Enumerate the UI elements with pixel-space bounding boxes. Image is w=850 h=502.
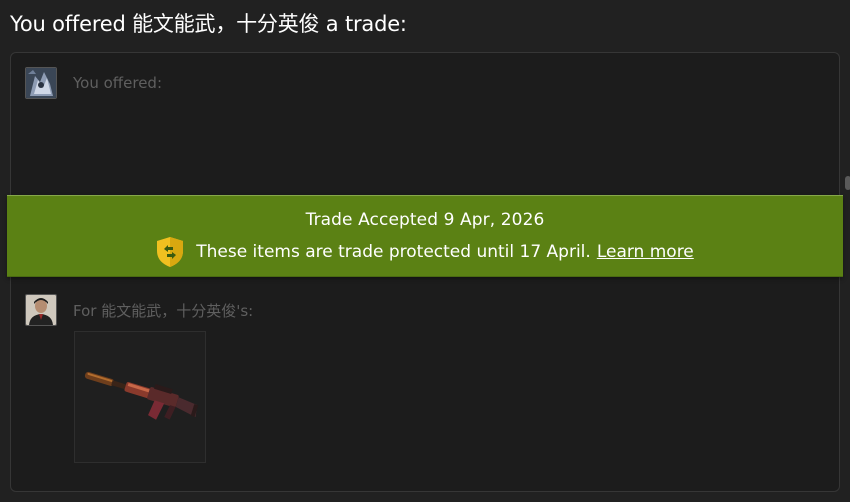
page-title: You offered 能文能武，十分英俊 a trade: (10, 12, 407, 36)
rifle-with-suppressor-icon (84, 371, 199, 420)
learn-more-link[interactable]: Learn more (597, 242, 694, 262)
trade-status-banner: Trade Accepted 9 Apr, 2026 These items a… (7, 195, 843, 277)
partner-items-row: For 能文能武，十分英俊's: (25, 294, 253, 326)
trade-item[interactable] (74, 331, 206, 463)
you-offered-label: You offered: (73, 74, 163, 92)
partner-avatar-image (26, 295, 56, 325)
trade-protection-text: These items are trade protected until 17… (196, 242, 591, 262)
partner-items-label: For 能文能武，十分英俊's: (73, 301, 254, 320)
partner-avatar[interactable] (25, 294, 57, 326)
trade-protection-notice: These items are trade protected until 17… (7, 236, 843, 268)
my-avatar[interactable] (25, 67, 57, 99)
my-avatar-image (26, 68, 56, 98)
shield-trade-protected-icon (157, 237, 184, 267)
trade-accepted-title: Trade Accepted 9 Apr, 2026 (305, 210, 545, 230)
scroll-nub (845, 176, 850, 190)
you-offered-row: You offered: (25, 67, 162, 99)
